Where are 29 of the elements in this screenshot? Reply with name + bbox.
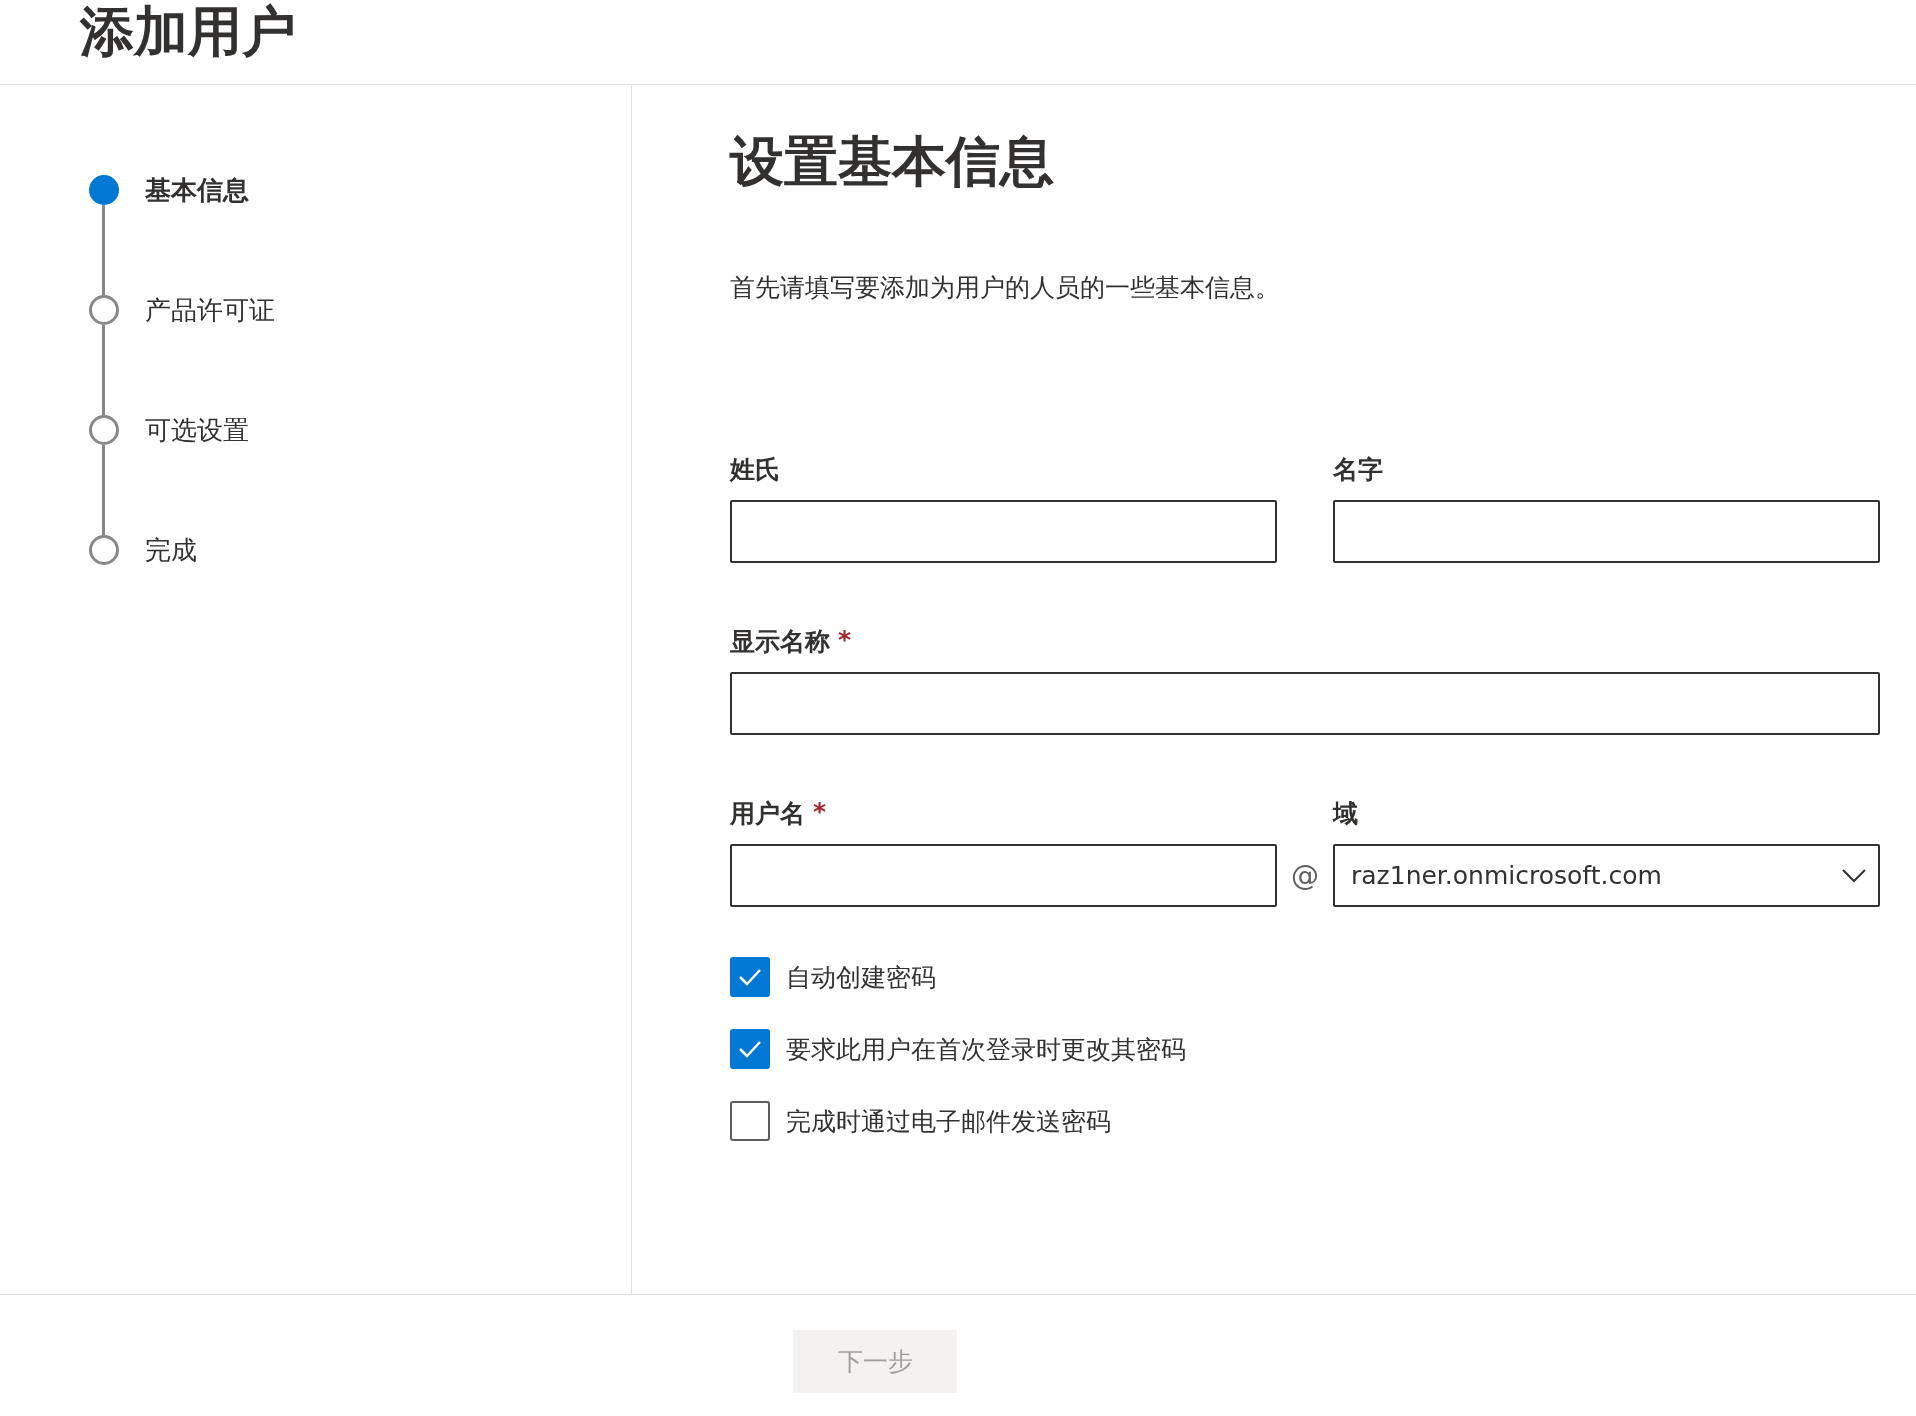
checkmark-icon — [738, 1040, 762, 1059]
description: 首先请填写要添加为用户的人员的一些基本信息。 — [730, 272, 1281, 305]
checkbox-label: 要求此用户在首次登录时更改其密码 — [786, 1033, 1186, 1066]
checkbox-label: 自动创建密码 — [786, 961, 936, 994]
at-sign: @ — [1291, 859, 1319, 893]
first-name-field[interactable] — [1333, 500, 1880, 564]
checkbox[interactable] — [730, 957, 770, 998]
step-label[interactable]: 基本信息 — [145, 172, 249, 208]
section-title: 设置基本信息 — [730, 132, 1055, 192]
page-title: 添加用户 — [80, 0, 296, 65]
last-name-field[interactable] — [730, 500, 1277, 564]
checkbox-label: 完成时通过电子邮件发送密码 — [786, 1105, 1111, 1138]
display-name-field[interactable] — [730, 672, 1880, 736]
field-label: 姓氏 — [730, 454, 780, 487]
checkmark-icon — [738, 968, 762, 987]
required-mark: * — [813, 797, 827, 829]
domain-dropdown[interactable]: raz1ner.onmicrosoft.com — [1333, 844, 1880, 908]
field-label: 显示名称 — [730, 626, 830, 659]
field-label: 域 — [1333, 798, 1358, 831]
step-label[interactable]: 产品许可证 — [145, 292, 275, 328]
step-label[interactable]: 可选设置 — [145, 412, 249, 448]
checkbox[interactable] — [730, 1029, 770, 1070]
checkbox[interactable] — [730, 1101, 770, 1142]
field-label: 用户名 — [730, 798, 805, 831]
step-label[interactable]: 完成 — [145, 532, 197, 568]
username-field[interactable] — [730, 844, 1277, 908]
chevron-down-icon — [1842, 868, 1866, 883]
field-label: 名字 — [1333, 454, 1383, 487]
required-mark: * — [838, 625, 852, 657]
